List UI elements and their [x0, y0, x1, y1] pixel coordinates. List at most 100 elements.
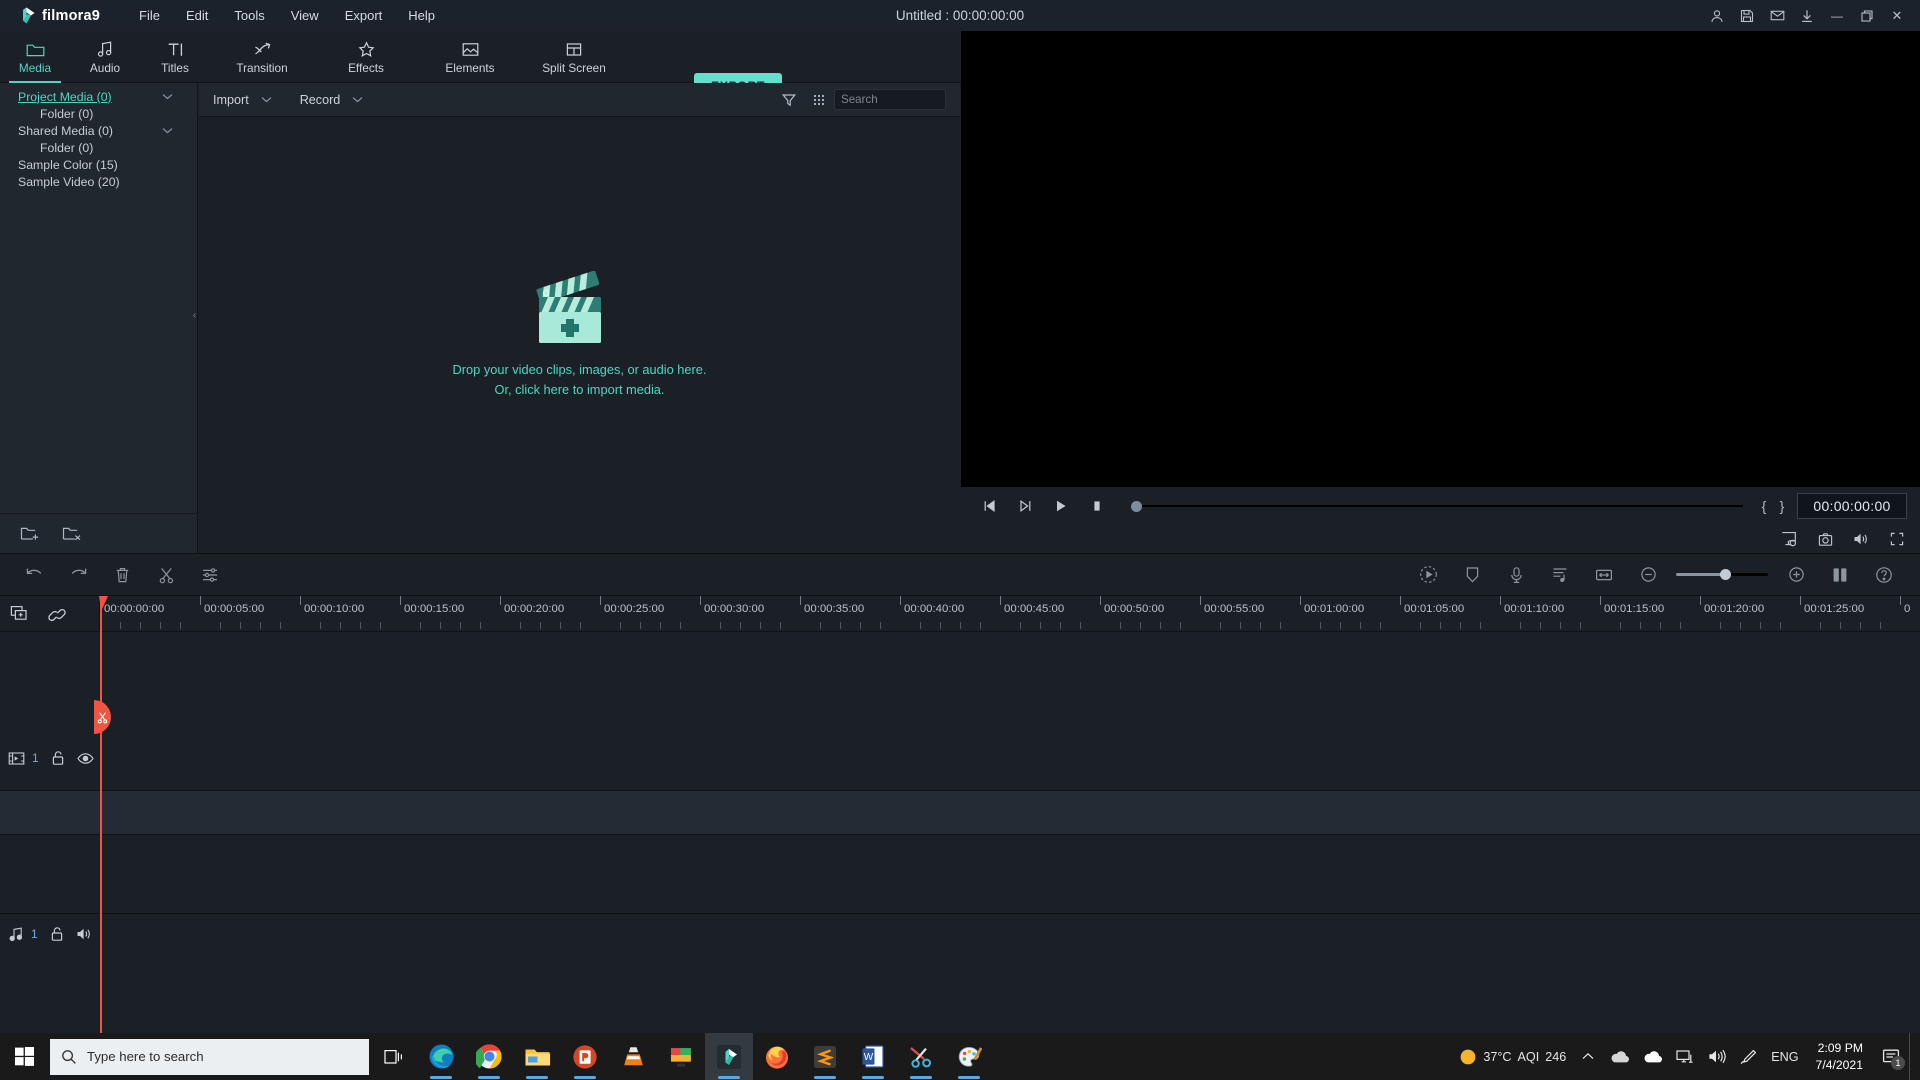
eye-icon[interactable] — [76, 752, 94, 765]
undo-icon[interactable] — [12, 553, 56, 596]
account-icon[interactable] — [1702, 0, 1732, 31]
filter-icon[interactable] — [774, 83, 804, 117]
close-button[interactable]: ✕ — [1882, 0, 1912, 31]
sidebar-item-sample-video[interactable]: Sample Video (20) — [0, 173, 197, 190]
chevron-down-icon[interactable] — [162, 127, 173, 134]
zoom-in-icon[interactable] — [1774, 553, 1818, 596]
vlc-icon[interactable] — [609, 1033, 657, 1080]
track-video-1[interactable]: 1 — [0, 632, 1920, 791]
chrome-icon[interactable] — [465, 1033, 513, 1080]
powerpoint-icon[interactable] — [561, 1033, 609, 1080]
sidebar-collapse-handle[interactable]: ‹ — [190, 300, 199, 330]
dual-panel-icon[interactable] — [1818, 553, 1862, 596]
mail-icon[interactable] — [1762, 0, 1792, 31]
paint-icon[interactable] — [945, 1033, 993, 1080]
edge-icon[interactable] — [417, 1033, 465, 1080]
menu-help[interactable]: Help — [395, 3, 448, 28]
split-scissors-icon[interactable] — [144, 553, 188, 596]
menu-view[interactable]: View — [278, 3, 332, 28]
snipping-tool-icon[interactable] — [897, 1033, 945, 1080]
unlock-icon[interactable] — [50, 926, 64, 942]
download-icon[interactable] — [1792, 0, 1822, 31]
tab-transition[interactable]: Transition — [210, 31, 314, 83]
firefox-icon[interactable] — [753, 1033, 801, 1080]
cloud-icon[interactable] — [1636, 1033, 1669, 1080]
scrubber-handle[interactable] — [1131, 500, 1142, 512]
tab-elements[interactable]: Elements — [418, 31, 522, 83]
grid-view-icon[interactable] — [804, 83, 834, 117]
link-chain-icon[interactable] — [47, 605, 67, 623]
filmora-icon[interactable] — [705, 1033, 753, 1080]
menu-edit[interactable]: Edit — [173, 3, 221, 28]
file-explorer-icon[interactable] — [513, 1033, 561, 1080]
voiceover-mic-icon[interactable] — [1494, 553, 1538, 596]
delete-folder-icon[interactable] — [62, 525, 82, 542]
sublime-icon[interactable] — [801, 1033, 849, 1080]
windows-logo-icon[interactable] — [0, 1033, 48, 1080]
timeline-zoom-slider[interactable] — [1676, 553, 1768, 596]
network-icon[interactable] — [1669, 1033, 1701, 1080]
adjust-sliders-icon[interactable] — [188, 553, 232, 596]
redo-icon[interactable] — [56, 553, 100, 596]
notifications-icon[interactable]: 1 — [1873, 1033, 1909, 1080]
maximize-button[interactable] — [1852, 0, 1882, 31]
camera-icon[interactable] — [1812, 525, 1838, 553]
render-preview-icon[interactable] — [1406, 553, 1450, 596]
show-desktop-button[interactable] — [1909, 1033, 1916, 1080]
taskbar-clock[interactable]: 2:09 PM 7/4/2021 — [1806, 1033, 1873, 1080]
taskbar-search-box[interactable]: Type here to search — [50, 1038, 369, 1075]
fullscreen-icon[interactable] — [1884, 525, 1910, 553]
delete-icon[interactable] — [100, 553, 144, 596]
pen-icon[interactable] — [1733, 1033, 1764, 1080]
menu-file[interactable]: File — [126, 3, 173, 28]
stop-icon[interactable] — [1079, 487, 1115, 525]
scrubber-track[interactable] — [1137, 505, 1743, 507]
chevron-down-icon[interactable] — [162, 93, 173, 100]
word-icon[interactable]: W — [849, 1033, 897, 1080]
render-preview-icon[interactable] — [1776, 525, 1802, 553]
tab-media[interactable]: Media — [0, 31, 70, 83]
mark-out-button[interactable]: } — [1773, 487, 1791, 525]
help-icon[interactable] — [1862, 553, 1906, 596]
audio-mixer-icon[interactable] — [1538, 553, 1582, 596]
playhead[interactable] — [100, 596, 102, 1033]
screen-recorder-icon[interactable] — [657, 1033, 705, 1080]
tab-split-screen[interactable]: Split Screen — [522, 31, 626, 83]
play-icon[interactable] — [1043, 487, 1079, 525]
task-view-icon[interactable] — [369, 1033, 417, 1080]
tab-effects[interactable]: Effects — [314, 31, 418, 83]
sidebar-item-project-media[interactable]: Project Media (0) — [0, 88, 197, 105]
speaker-icon[interactable] — [1701, 1033, 1733, 1080]
speaker-icon[interactable] — [1848, 525, 1874, 553]
step-forward-icon[interactable] — [1007, 487, 1043, 525]
new-folder-icon[interactable] — [20, 525, 40, 542]
sidebar-item-shared-media[interactable]: Shared Media (0) — [0, 122, 197, 139]
weather-widget[interactable]: 37°C AQI 246 — [1452, 1033, 1573, 1080]
preview-scrubber[interactable] — [1123, 487, 1747, 525]
preview-video-canvas[interactable] — [961, 31, 1920, 487]
save-icon[interactable] — [1732, 0, 1762, 31]
media-dropzone[interactable]: Drop your video clips, images, or audio … — [199, 117, 960, 553]
track-audio-1[interactable]: 1 — [0, 914, 1920, 1033]
zoom-slider-handle[interactable] — [1720, 569, 1731, 580]
marker-icon[interactable] — [1450, 553, 1494, 596]
unlock-icon[interactable] — [51, 750, 65, 766]
sidebar-item-folder-shared[interactable]: Folder (0) — [0, 139, 197, 156]
tab-titles[interactable]: Titles — [140, 31, 210, 83]
minimize-button[interactable]: — — [1822, 0, 1852, 31]
import-button[interactable]: Import — [199, 83, 286, 117]
add-track-icon[interactable] — [10, 605, 31, 623]
language-indicator[interactable]: ENG — [1764, 1033, 1805, 1080]
sidebar-item-sample-color[interactable]: Sample Color (15) — [0, 156, 197, 173]
mark-in-button[interactable]: { — [1755, 487, 1773, 525]
timeline-ruler[interactable]: 00:00:00:00 00:00:05:00 00:00:10:00 00:00:1… — [100, 596, 1920, 632]
menu-tools[interactable]: Tools — [221, 3, 277, 28]
tab-audio[interactable]: Audio — [70, 31, 140, 83]
record-button[interactable]: Record — [286, 83, 378, 117]
preview-timecode[interactable]: 00:00:00:00 — [1797, 493, 1907, 519]
speaker-icon[interactable] — [76, 927, 92, 941]
search-box[interactable] — [834, 89, 1007, 110]
show-hidden-icons-chevron[interactable] — [1573, 1033, 1603, 1080]
onedrive-icon[interactable] — [1603, 1033, 1636, 1080]
menu-export[interactable]: Export — [332, 3, 396, 28]
